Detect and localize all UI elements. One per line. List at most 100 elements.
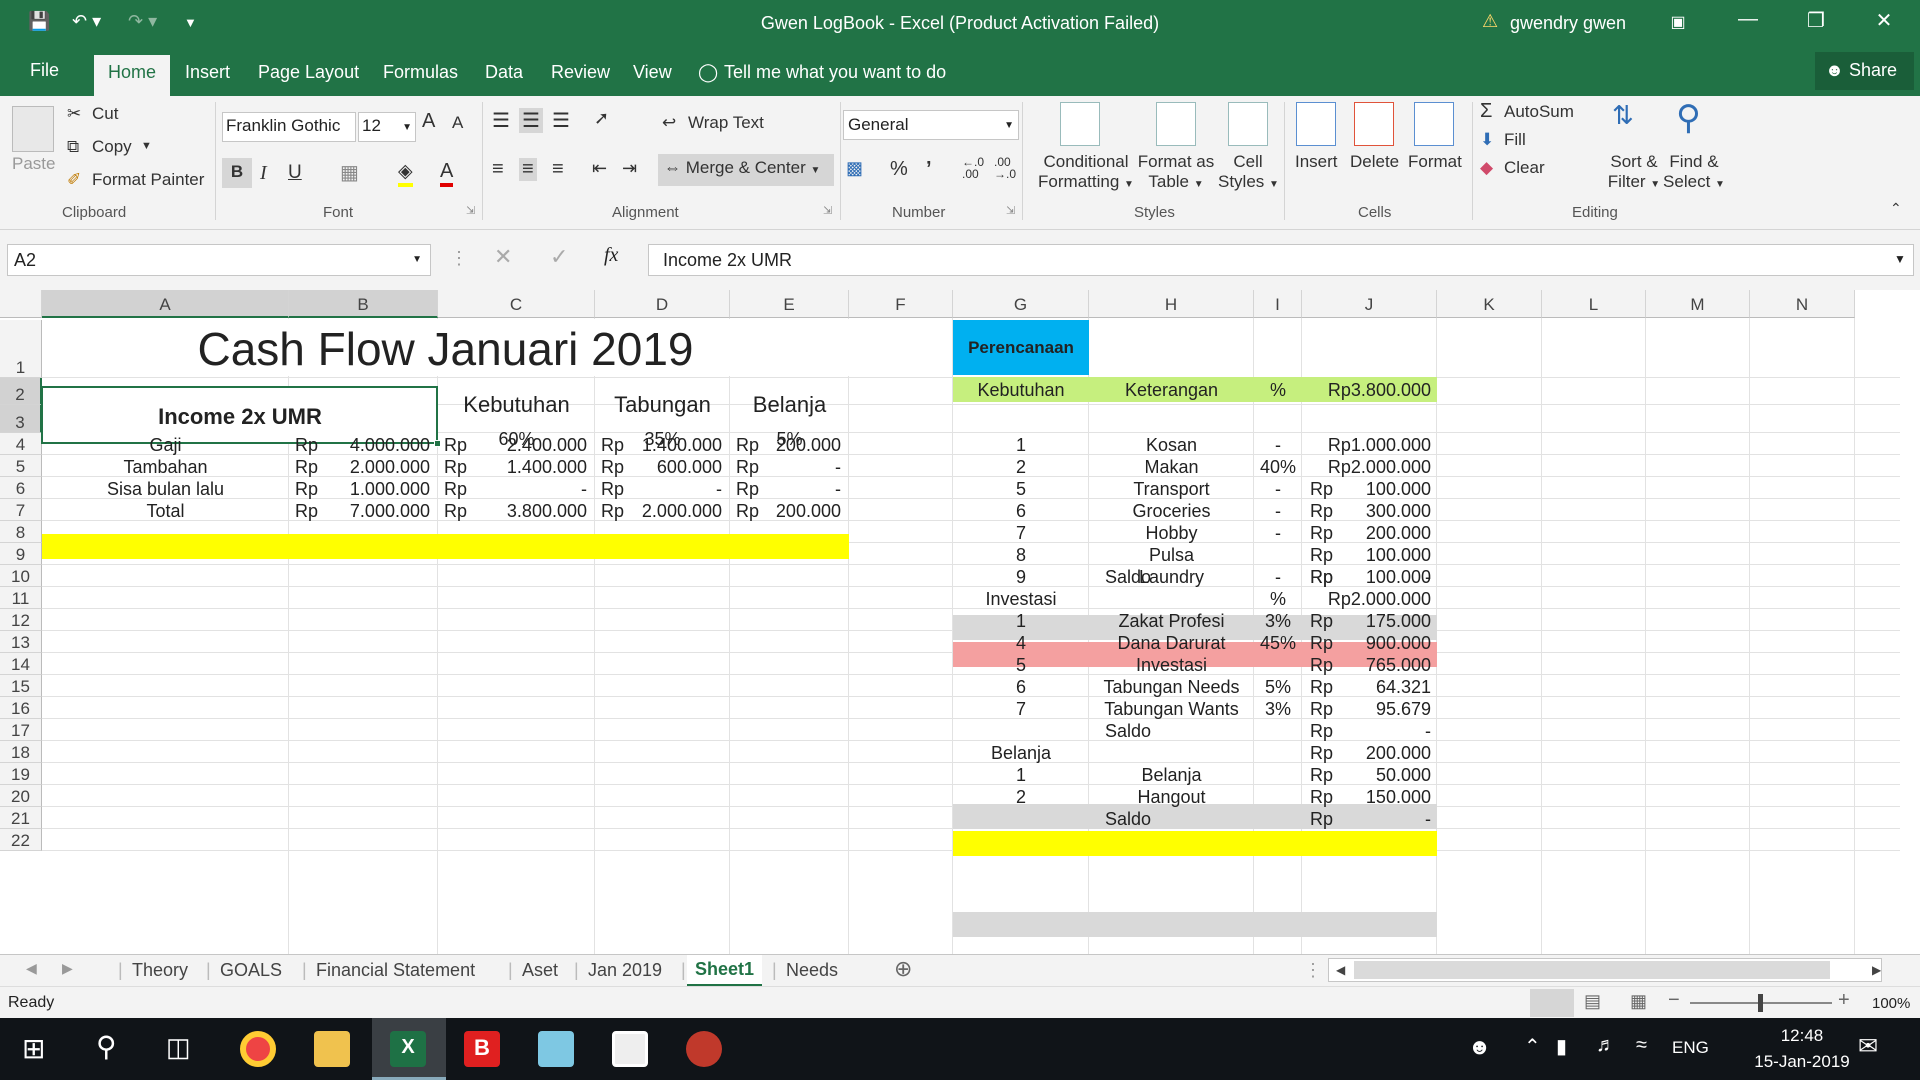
format-cells-button[interactable]: Format (1408, 152, 1462, 172)
amount-cell[interactable]: 2.400.000 (468, 435, 587, 456)
spreadsheet-grid[interactable]: ABCDEFGHIJKLMN 1 2 3 4 5 6 7 8 9 10 11 12 13 14 15 16 17… (0, 290, 1900, 954)
row-header-14[interactable]: 14 (0, 653, 42, 675)
row-header-17[interactable]: 17 (0, 719, 42, 741)
windows-start-icon[interactable]: ⊞ (22, 1032, 45, 1065)
language-indicator[interactable]: ENG (1672, 1038, 1709, 1058)
decrease-indent-icon[interactable]: ⇤ (592, 158, 607, 179)
normal-view-icon[interactable] (1530, 989, 1574, 1017)
plan-description[interactable]: Dana Darurat (1089, 633, 1254, 654)
amount-cell[interactable]: 200.000 (760, 501, 841, 522)
plan-amount[interactable]: 175.000 (1302, 611, 1431, 632)
copy-button[interactable]: Copy (92, 137, 132, 157)
scroll-thumb[interactable] (1354, 961, 1830, 979)
tab-view[interactable]: View (633, 62, 672, 83)
column-header-n[interactable]: N (1750, 290, 1855, 318)
column-header-j[interactable]: J (1302, 290, 1437, 318)
cut-button[interactable]: Cut (92, 104, 118, 124)
plan-description[interactable]: Hobby (1089, 523, 1254, 544)
amount-cell[interactable]: - (760, 479, 841, 500)
sheet-tab-theory[interactable]: Theory (132, 960, 188, 981)
minimize-button[interactable]: — (1728, 8, 1768, 31)
delete-cells-button[interactable]: Delete (1350, 152, 1399, 172)
saldo-value[interactable]: - (1302, 809, 1431, 830)
notifications-icon[interactable]: ✉ (1858, 1032, 1878, 1061)
insert-function-icon[interactable]: fx (604, 244, 618, 267)
font-size-select[interactable]: 12 ▼ (358, 112, 416, 142)
row-header-1[interactable]: 1 (0, 320, 42, 378)
cell-styles-button[interactable]: Cell Styles ▼ (1218, 152, 1279, 192)
plan-amount[interactable]: 100.000 (1302, 479, 1431, 500)
bold-button[interactable]: B (222, 158, 252, 188)
amount-cell[interactable]: 4.000.000 (319, 435, 430, 456)
row-header-11[interactable]: 11 (0, 587, 42, 609)
insert-cells-button[interactable]: Insert (1295, 152, 1338, 172)
plan-number[interactable]: 6 (953, 677, 1089, 698)
fill-color-icon[interactable]: ◈ (398, 160, 413, 187)
plan-number[interactable]: 7 (953, 699, 1089, 720)
plan-percent[interactable]: - (1254, 501, 1302, 522)
plan-description[interactable]: Makan (1089, 457, 1254, 478)
plan-percent[interactable]: - (1254, 567, 1302, 588)
fill-button[interactable]: Fill (1504, 130, 1526, 150)
autosum-button[interactable]: AutoSum (1504, 102, 1574, 122)
zoom-thumb[interactable] (1758, 994, 1763, 1012)
scroll-left-icon[interactable]: ◀ (1336, 963, 1345, 977)
row-header-5[interactable]: 5 (0, 455, 42, 477)
column-header-k[interactable]: K (1437, 290, 1542, 318)
plan-percent[interactable]: 5% (1254, 677, 1302, 698)
plan-number[interactable]: 7 (953, 523, 1089, 544)
clock-time[interactable]: 12:48 (1752, 1026, 1852, 1046)
battery-icon[interactable]: ▮ (1556, 1034, 1567, 1059)
tab-file[interactable]: File (30, 60, 59, 81)
amount-cell[interactable]: 600.000 (625, 457, 722, 478)
saldo-value[interactable]: - (1302, 567, 1431, 588)
enter-icon[interactable]: ✓ (550, 244, 568, 270)
number-format-select[interactable]: General ▼ (843, 110, 1019, 140)
chevron-down-icon[interactable]: ▼ (141, 140, 152, 152)
shrink-font-icon[interactable]: A (452, 113, 463, 133)
plan-number[interactable]: 1 (953, 611, 1089, 632)
clear-button[interactable]: Clear (1504, 158, 1545, 178)
sheet-tab-jan-2019[interactable]: Jan 2019 (588, 960, 662, 981)
row-header-10[interactable]: 10 (0, 565, 42, 587)
cancel-icon[interactable]: ✕ (494, 244, 512, 270)
increase-decimal-icon[interactable]: ←.0.00 (962, 156, 984, 180)
plan-number[interactable]: 2 (953, 457, 1089, 478)
row-header-12[interactable]: 12 (0, 609, 42, 631)
amount-cell[interactable]: 1.400.000 (625, 435, 722, 456)
align-middle-icon[interactable]: ☰ (519, 108, 543, 133)
plan-amount[interactable]: 100.000 (1302, 545, 1431, 566)
zoom-in-icon[interactable]: + (1838, 989, 1850, 1012)
plan-percent[interactable]: 40% (1254, 457, 1302, 478)
row-header-18[interactable]: 18 (0, 741, 42, 763)
amount-cell[interactable]: 200.000 (760, 435, 841, 456)
collapse-ribbon-icon[interactable]: ⌃ (1890, 200, 1902, 217)
plan-description[interactable]: Kosan (1089, 435, 1254, 456)
plan-amount[interactable]: 64.321 (1302, 677, 1431, 698)
align-top-icon[interactable]: ☰ (492, 108, 510, 133)
plan-description[interactable]: Belanja (1089, 765, 1254, 786)
find-select-button[interactable]: Find & Select ▼ (1662, 152, 1726, 192)
plan-number[interactable]: 2 (953, 787, 1089, 808)
plan-amount[interactable]: 95.679 (1302, 699, 1431, 720)
plan-percent[interactable]: 3% (1254, 611, 1302, 632)
amount-cell[interactable]: 7.000.000 (319, 501, 430, 522)
grow-font-icon[interactable]: A (422, 110, 435, 133)
plan-number[interactable]: 5 (953, 655, 1089, 676)
amount-cell[interactable]: 1.000.000 (319, 479, 430, 500)
plan-amount[interactable]: Rp2.000.000 (1302, 457, 1431, 478)
row-header-15[interactable]: 15 (0, 675, 42, 697)
column-header-c[interactable]: C (438, 290, 595, 318)
percent-style-icon[interactable]: % (890, 158, 908, 181)
amount-cell[interactable]: - (760, 457, 841, 478)
plan-description[interactable]: Groceries (1089, 501, 1254, 522)
font-name-select[interactable]: Franklin Gothic (222, 112, 356, 142)
row-header-3[interactable]: 3 (0, 405, 42, 433)
name-box[interactable]: A2 ▼ (7, 244, 431, 276)
saldo-value[interactable]: - (1302, 721, 1431, 742)
wifi-icon[interactable]: ≈ (1636, 1034, 1647, 1057)
plan-description[interactable]: Pulsa (1089, 545, 1254, 566)
tab-formulas[interactable]: Formulas (383, 62, 458, 83)
plan-amount[interactable]: Rp1.000.000 (1302, 435, 1431, 456)
next-sheet-icon[interactable]: ▶ (62, 960, 73, 977)
